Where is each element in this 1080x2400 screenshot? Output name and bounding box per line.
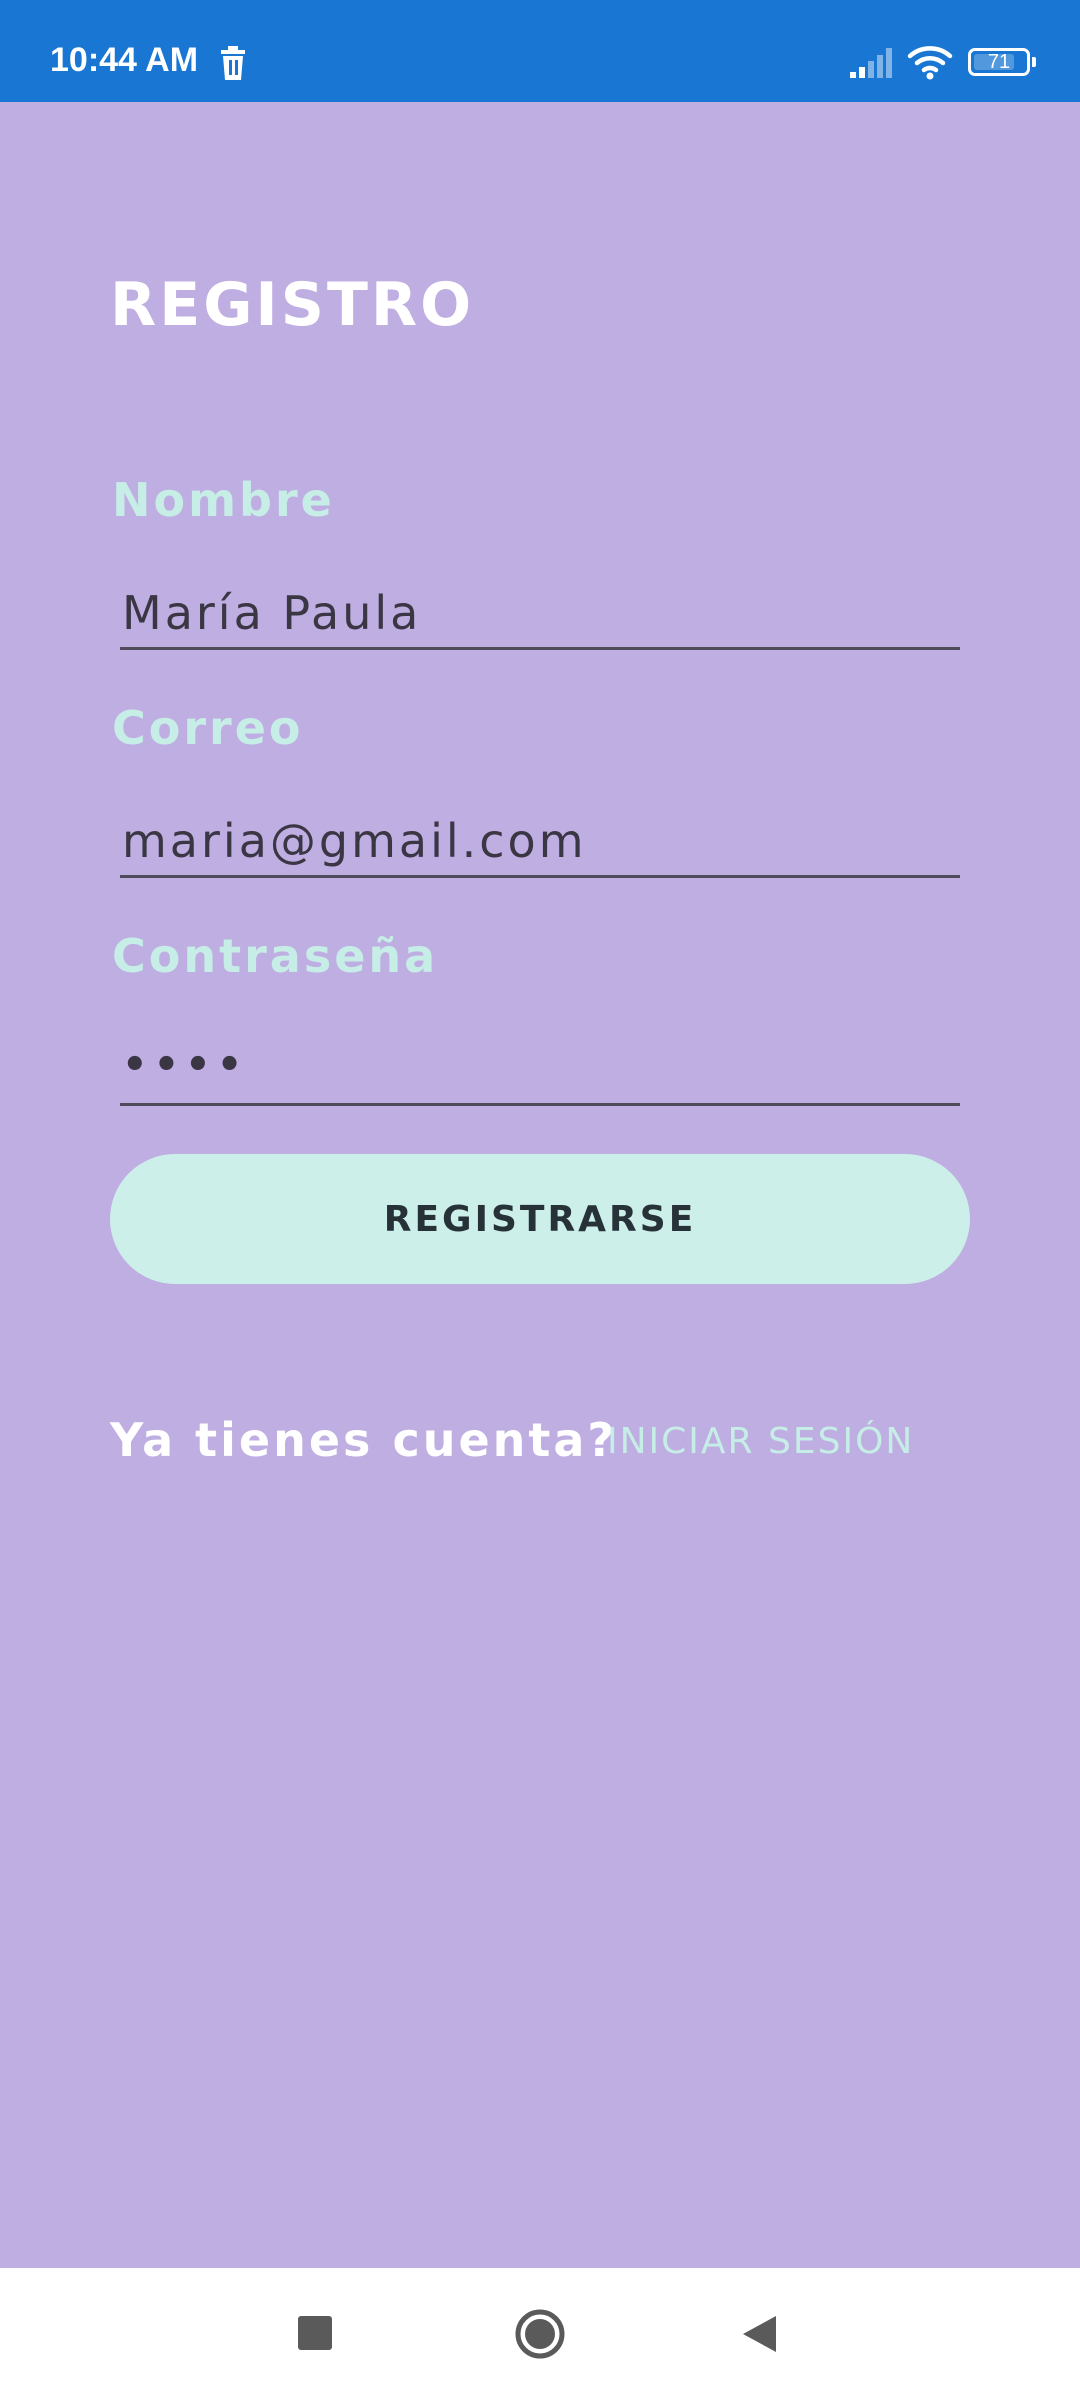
- recents-icon[interactable]: [298, 2316, 332, 2350]
- name-label: Nombre: [112, 473, 335, 527]
- email-value: maria@gmail.com: [122, 814, 587, 868]
- home-icon[interactable]: [514, 2308, 566, 2360]
- battery-tip: [1032, 57, 1036, 67]
- password-value: ••••: [122, 1042, 249, 1088]
- status-bar: 10:44 AM 71: [0, 0, 1080, 102]
- battery-icon: 71: [968, 48, 1030, 76]
- login-link[interactable]: INICIAR SESIÓN: [607, 1422, 914, 1462]
- signal-icon: [850, 48, 892, 78]
- register-button[interactable]: REGISTRARSE: [110, 1154, 970, 1284]
- wifi-icon: [907, 46, 953, 80]
- password-label: Contraseña: [112, 929, 439, 983]
- page-title: REGISTRO: [110, 270, 475, 340]
- have-account-text: Ya tienes cuenta?: [110, 1413, 618, 1467]
- back-icon[interactable]: [740, 2313, 780, 2355]
- name-value: María Paula: [122, 586, 422, 640]
- status-time: 10:44 AM: [50, 41, 199, 79]
- email-field[interactable]: maria@gmail.com: [120, 808, 960, 878]
- battery-level: 71: [987, 51, 1011, 73]
- password-field[interactable]: ••••: [120, 1036, 960, 1106]
- trash-icon: [221, 46, 245, 80]
- name-field[interactable]: María Paula: [120, 580, 960, 650]
- email-label: Correo: [112, 701, 304, 755]
